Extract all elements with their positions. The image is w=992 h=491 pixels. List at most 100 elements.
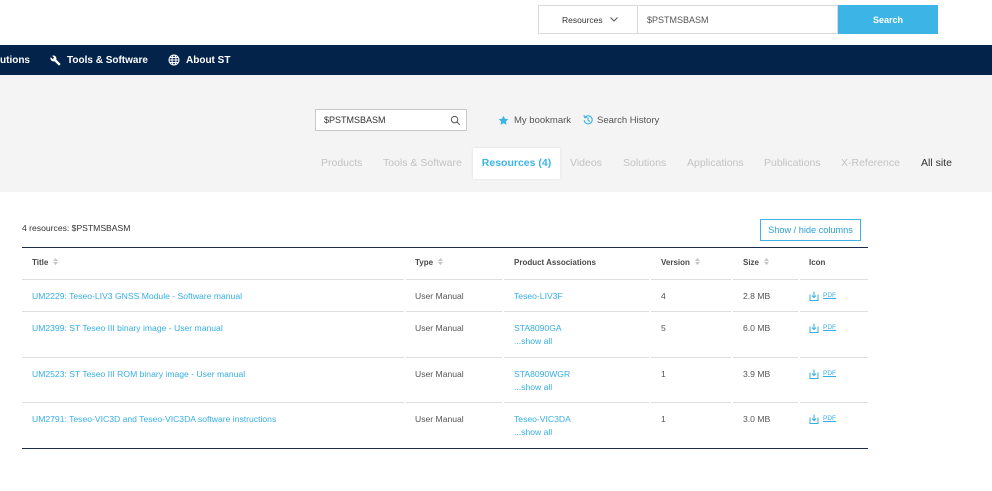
product-link[interactable]: STA8090GA <box>514 322 649 335</box>
history-icon <box>583 114 593 125</box>
size-cell: 6.0 MB <box>733 312 798 358</box>
tab-resources[interactable]: Resources (4) <box>473 148 560 179</box>
search-history-label: Search History <box>597 114 660 126</box>
column-header-label: Icon <box>809 258 826 267</box>
title-cell: UM2229: Teseo-LIV3 GNSS Module - Softwar… <box>22 280 404 312</box>
chevron-down-icon <box>609 17 618 22</box>
type-cell: User Manual <box>415 414 464 424</box>
download-icon <box>809 291 819 302</box>
product-cell: Teseo-LIV3F <box>504 280 649 312</box>
nav-item-label: utions <box>0 54 30 66</box>
document-title-link[interactable]: UM2791: Teseo-VIC3D and Teseo-VIC3DA sof… <box>32 414 276 424</box>
column-header-type[interactable]: Type <box>406 248 502 280</box>
my-bookmark-link[interactable]: My bookmark <box>498 109 571 131</box>
size-cell: 3.9 MB <box>733 358 798 403</box>
pdf-download-link[interactable]: PDF <box>809 413 836 426</box>
column-header-title[interactable]: Title <box>22 248 404 280</box>
show-all-link[interactable]: ...show all <box>514 426 649 439</box>
pdf-download-link[interactable]: PDF <box>809 368 836 381</box>
nav-item-label: Tools & Software <box>67 54 148 66</box>
download-icon <box>809 369 819 380</box>
resources-table: Title Type Product Associations Version … <box>22 247 868 449</box>
icon-cell: PDF <box>800 280 868 312</box>
product-cell: STA8090GA ...show all <box>504 312 649 358</box>
type-cell: User Manual <box>406 280 502 312</box>
column-header-label: Title <box>32 258 49 267</box>
table-row: UM2791: Teseo-VIC3D and Teseo-VIC3DA sof… <box>22 403 868 448</box>
title-cell: UM2791: Teseo-VIC3D and Teseo-VIC3DA sof… <box>22 403 404 448</box>
table-row: UM2399: ST Teseo III binary image - User… <box>22 312 868 358</box>
column-header-label: Product Associations <box>514 258 596 267</box>
nav-item-tools-software[interactable]: Tools & Software <box>50 45 148 75</box>
nav-item-label: About ST <box>186 54 231 66</box>
pdf-label: PDF <box>823 292 836 300</box>
global-search-bar: Resources Search <box>538 5 938 34</box>
pdf-label: PDF <box>823 415 836 423</box>
document-title-link[interactable]: UM2523: ST Teseo III ROM binary image - … <box>32 369 245 379</box>
pdf-download-link[interactable]: PDF <box>809 322 836 335</box>
column-header-label: Type <box>415 258 434 267</box>
results-search-box <box>315 109 467 131</box>
tab-applications[interactable]: Applications <box>687 148 744 179</box>
search-icon[interactable] <box>450 115 461 126</box>
product-link[interactable]: STA8090WGR <box>514 368 649 381</box>
search-scope-dropdown[interactable]: Resources <box>538 5 638 34</box>
table-header-row: Title Type Product Associations Version … <box>22 248 868 280</box>
tab-x-reference[interactable]: X-Reference <box>841 148 900 179</box>
show-hide-columns-button[interactable]: Show / hide columns <box>760 219 861 241</box>
tab-tools-software[interactable]: Tools & Software <box>383 148 462 179</box>
column-header-icon: Icon <box>800 248 868 280</box>
title-cell: UM2399: ST Teseo III binary image - User… <box>22 312 404 358</box>
document-title-link[interactable]: UM2229: Teseo-LIV3 GNSS Module - Softwar… <box>32 291 242 301</box>
show-all-link[interactable]: ...show all <box>514 381 649 394</box>
size-cell: 3.0 MB <box>743 414 771 424</box>
sort-icon[interactable] <box>438 258 444 266</box>
result-category-tabs: Products Tools & Software Resources (4) … <box>0 148 992 179</box>
icon-cell: PDF <box>800 312 868 358</box>
column-header-label: Size <box>743 258 760 267</box>
version-cell: 4 <box>651 280 731 312</box>
version-cell: 5 <box>651 312 731 358</box>
nav-item-solutions[interactable]: utions <box>0 45 30 75</box>
size-cell: 2.8 MB <box>733 280 798 312</box>
icon-cell: PDF <box>800 403 868 448</box>
document-title-link[interactable]: UM2399: ST Teseo III binary image - User… <box>32 323 223 333</box>
product-link[interactable]: Teseo-LIV3F <box>514 290 649 303</box>
column-header-label: Version <box>661 258 690 267</box>
global-search-input[interactable] <box>638 5 838 34</box>
download-icon <box>809 323 819 334</box>
results-search-input[interactable] <box>316 110 466 130</box>
table-row: UM2229: Teseo-LIV3 GNSS Module - Softwar… <box>22 280 868 312</box>
sort-icon[interactable] <box>53 258 59 266</box>
nav-item-about-st[interactable]: About ST <box>168 45 230 75</box>
results-count: 4 resources: $PSTMSBASM <box>22 223 131 233</box>
search-history-link[interactable]: Search History <box>582 109 659 131</box>
type-cell: User Manual <box>406 312 502 358</box>
sort-icon[interactable] <box>764 258 770 266</box>
search-results-header: My bookmark Search History Products Tool… <box>0 75 992 192</box>
title-cell: UM2523: ST Teseo III ROM binary image - … <box>22 358 404 403</box>
my-bookmark-label: My bookmark <box>514 114 572 126</box>
search-button[interactable]: Search <box>838 5 938 34</box>
column-header-product-associations: Product Associations <box>504 248 649 280</box>
pdf-label: PDF <box>823 370 836 378</box>
star-icon <box>498 115 509 125</box>
pdf-download-link[interactable]: PDF <box>809 290 836 303</box>
show-all-link[interactable]: ...show all <box>514 335 649 348</box>
tab-all-site[interactable]: All site <box>921 148 952 179</box>
main-navbar: utions Tools & Software About ST <box>0 45 992 75</box>
column-header-version[interactable]: Version <box>651 248 731 280</box>
column-header-size[interactable]: Size <box>733 248 798 280</box>
tab-solutions[interactable]: Solutions <box>623 148 666 179</box>
download-icon <box>809 414 819 425</box>
tab-publications[interactable]: Publications <box>764 148 821 179</box>
table-row: UM2523: ST Teseo III ROM binary image - … <box>22 358 868 403</box>
tab-products[interactable]: Products <box>321 148 362 179</box>
tab-videos[interactable]: Videos <box>570 148 602 179</box>
sort-icon[interactable] <box>694 258 700 266</box>
icon-cell: PDF <box>800 358 868 403</box>
product-cell: Teseo-VIC3DA ...show all <box>504 403 649 448</box>
wrench-icon <box>50 55 61 66</box>
product-link[interactable]: Teseo-VIC3DA <box>514 413 649 426</box>
version-cell: 1 <box>661 414 666 424</box>
